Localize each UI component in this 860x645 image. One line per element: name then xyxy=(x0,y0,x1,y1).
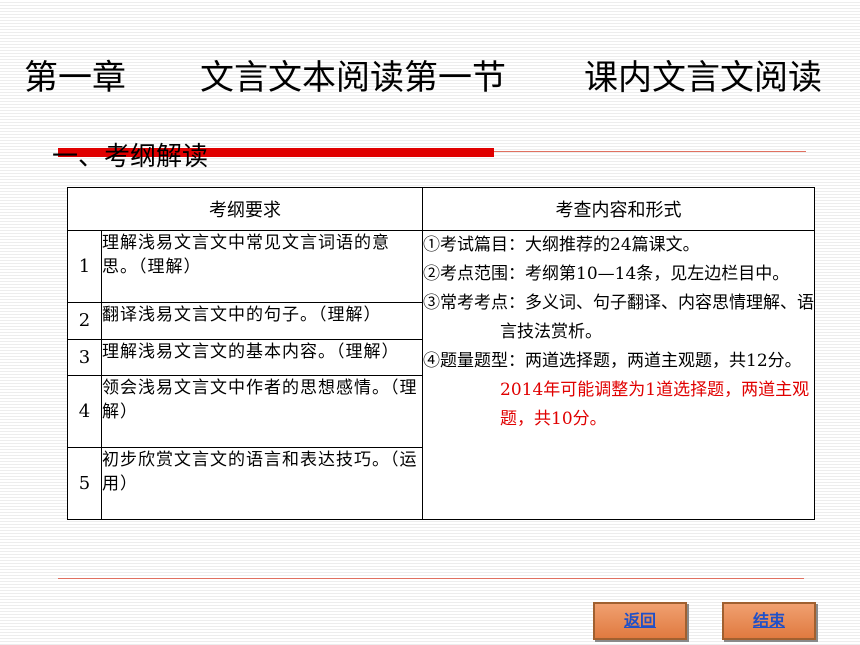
header-content: 考查内容和形式 xyxy=(422,187,815,231)
section-heading: 一、考纲解读 xyxy=(52,142,209,172)
back-button[interactable]: 返回 xyxy=(593,602,687,640)
footer-red-line xyxy=(58,578,804,579)
requirement-text: 初步欣赏文言文的语言和表达技巧。（运用） xyxy=(101,447,423,520)
requirement-text: 理解浅易文言文中常见文言词语的意思。（理解） xyxy=(101,230,423,303)
page-title: 第一章 文言文本阅读第一节 课内文言文阅读 xyxy=(24,50,854,100)
title-topic: 课内文言文阅读 xyxy=(584,58,822,98)
title-section: 文言文本阅读第一节 xyxy=(200,58,506,98)
end-button[interactable]: 结束 xyxy=(722,602,816,640)
row-number: 2 xyxy=(67,301,102,340)
content-paragraph-1: ①考试篇目：大纲推荐的24篇课文。 xyxy=(423,235,700,255)
content-paragraph-4-highlight: 2014年可能调整为1道选择题，两道主观题，共10分。 xyxy=(500,380,810,429)
syllabus-table: 考纲要求 考查内容和形式 1 理解浅易文言文中常见文言词语的意思。（理解） ①考… xyxy=(67,187,815,520)
requirement-text: 翻译浅易文言文中的句子。（理解） xyxy=(101,301,423,340)
header-requirements: 考纲要求 xyxy=(67,187,423,231)
row-number: 4 xyxy=(67,375,102,449)
requirement-text: 理解浅易文言文的基本内容。（理解） xyxy=(101,338,423,377)
row-number: 3 xyxy=(67,338,102,377)
table-header-row: 考纲要求 考查内容和形式 xyxy=(67,187,815,231)
row-number: 1 xyxy=(67,230,102,303)
exam-content-cell: ①考试篇目：大纲推荐的24篇课文。 ②考点范围：考纲第10—14条，见左边栏目中… xyxy=(422,230,815,520)
content-paragraph-3: ③常考考点：多义词、句子翻译、内容思情理解、语言技法赏析。 xyxy=(423,293,814,342)
row-number: 5 xyxy=(67,447,102,520)
content-paragraph-4-text: ④题量题型：两道选择题，两道主观题，共12分。 xyxy=(423,351,802,371)
table-row: 1 理解浅易文言文中常见文言词语的意思。（理解） ①考试篇目：大纲推荐的24篇课… xyxy=(67,230,815,520)
title-chapter: 第一章 xyxy=(24,58,126,98)
heading-red-line xyxy=(494,151,806,152)
content-paragraph-2: ②考点范围：考纲第10—14条，见左边栏目中。 xyxy=(423,264,790,284)
content-paragraph-4: ④题量题型：两道选择题，两道主观题，共12分。 2014年可能调整为1道选择题，两… xyxy=(423,347,814,434)
requirement-text: 领会浅易文言文中作者的思想感情。（理解） xyxy=(101,375,423,449)
